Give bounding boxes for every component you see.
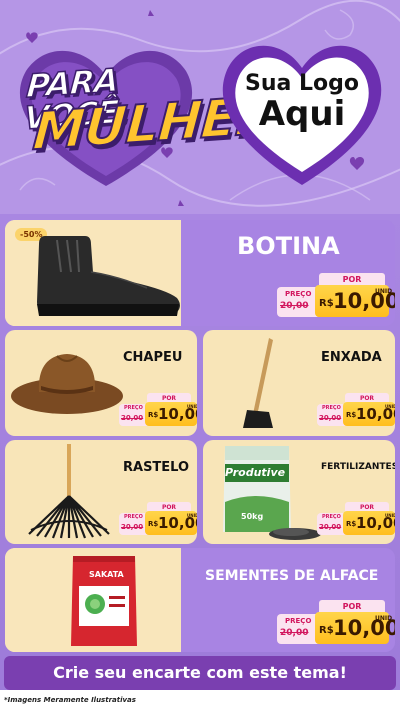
unit-label: UNID (187, 513, 197, 518)
currency: R$ (346, 411, 357, 419)
preco-label: PREÇO (322, 405, 341, 411)
footnote: *Imagens Meramente Ilustrativas (4, 696, 136, 704)
product-card-enxada: ENXADA POR PREÇO 20,00 R$ 10,00 UNID (203, 330, 395, 436)
product-name: FERTILIZANTES (321, 462, 395, 472)
hoe-icon (243, 338, 273, 428)
boot-icon (37, 236, 180, 316)
unit-label: UNID (375, 288, 393, 295)
flyer-page: PARA VOCÊ, MULHER Sua Logo Aqui -50% BOT… (0, 0, 400, 711)
price-tag: POR PREÇO 20,00 R$ 10,00 UNID (119, 502, 197, 536)
logo-line-2: Aqui (258, 94, 346, 135)
old-price: 20,00 (121, 414, 144, 422)
product-card-sementes: SAKATA SEMENTES DE ALFACE POR PREÇO 20,0… (5, 548, 395, 652)
price-tag: POR PREÇO 20,00 R$ 10,00 UNID (317, 502, 395, 536)
old-price: 20,00 (319, 414, 342, 422)
title-block: PARA VOCÊ, MULHER (6, 36, 278, 196)
unit-label: UNID (385, 404, 395, 409)
unit-label: UNID (187, 404, 197, 409)
cta-banner[interactable]: Crie seu encarte com este tema! (4, 656, 396, 690)
preco-label: PREÇO (124, 514, 143, 520)
logo-placeholder: Sua Logo Aqui (212, 71, 392, 135)
old-price: 20,00 (319, 523, 342, 531)
hat-icon (11, 354, 123, 414)
old-price: 20,00 (121, 523, 144, 531)
price-tag: POR PREÇO 20,00 R$ 10,00 UNID (277, 600, 395, 646)
logo-line-1: Sua Logo (244, 71, 359, 96)
currency: R$ (346, 520, 357, 528)
preco-label: PREÇO (285, 617, 312, 625)
new-price: R$ 10,00 UNID (145, 511, 197, 535)
product-card-chapeu: CHAPEU POR PREÇO 20,00 R$ 10,00 UNID (5, 330, 197, 436)
product-name: ENXADA (321, 350, 382, 365)
currency: R$ (319, 298, 334, 309)
price-tag: POR PREÇO 20,00 R$ 10,00 UNID (277, 273, 395, 319)
pack-brand: SAKATA (89, 570, 124, 579)
price-tag: POR PREÇO 20,00 R$ 10,00 UNID (317, 393, 395, 427)
fertilizer-bag-icon (223, 446, 321, 540)
seed-pack-icon (71, 556, 137, 646)
bag-weight: 50kg (241, 512, 264, 521)
price-tag: POR PREÇO 20,00 R$ 10,00 UNID (119, 393, 197, 427)
product-name: SEMENTES DE ALFACE (205, 568, 379, 584)
header: PARA VOCÊ, MULHER Sua Logo Aqui (0, 0, 400, 214)
new-price: R$ 10,00 UNID (343, 402, 395, 426)
old-price: 20,00 (280, 301, 309, 311)
rake-icon (28, 444, 110, 539)
currency: R$ (148, 411, 159, 419)
product-card-fertilizantes: Produtive 50kg FERTILIZANTES POR PREÇO 2… (203, 440, 395, 544)
preco-label: PREÇO (124, 405, 143, 411)
product-card-rastelo: RASTELO POR PREÇO 20,00 R$ 10,00 UNID (5, 440, 197, 544)
currency: R$ (319, 625, 334, 636)
preco-label: PREÇO (285, 290, 312, 298)
product-name: BOTINA (237, 232, 340, 260)
new-price: R$ 10,00 UNID (145, 402, 197, 426)
product-name: CHAPEU (123, 350, 183, 365)
currency: R$ (148, 520, 159, 528)
new-price: R$ 10,00 UNID (315, 612, 395, 644)
unit-label: UNID (385, 513, 395, 518)
new-price: R$ 10,00 UNID (315, 285, 395, 317)
new-price: R$ 10,00 UNID (343, 511, 395, 535)
product-card-botina: -50% BOTINA POR PREÇO 20,00 R$ 10,00 UNI… (5, 220, 395, 326)
unit-label: UNID (375, 615, 393, 622)
bag-brand: Produtive (225, 466, 286, 479)
preco-label: PREÇO (322, 514, 341, 520)
old-price: 20,00 (280, 628, 309, 638)
product-name: RASTELO (123, 460, 190, 475)
